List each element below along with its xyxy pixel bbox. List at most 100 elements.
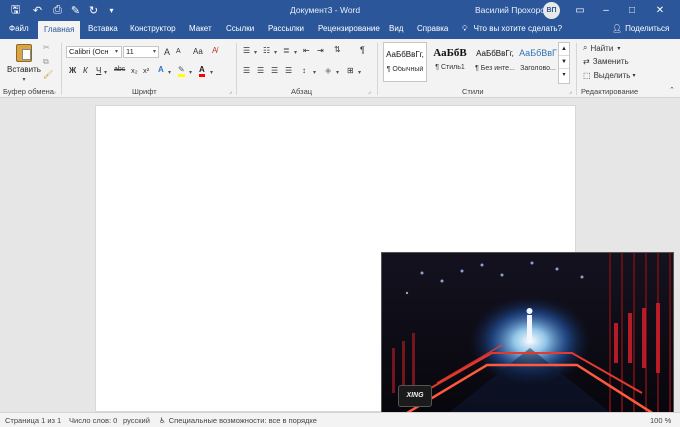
redo-icon[interactable]: ↻ — [86, 3, 101, 18]
font-name-combo[interactable]: Calibri (Осн — [66, 46, 122, 58]
style-no-spacing[interactable]: АаБбВвГг, ¶ Без инте... — [473, 42, 517, 82]
chevron-down-icon[interactable]: ▾ — [294, 49, 297, 56]
replace-button[interactable]: ⇄ Заменить — [583, 57, 629, 66]
line-spacing-icon[interactable]: ↕ — [302, 66, 306, 75]
multilevel-list-icon[interactable]: ≣ — [283, 46, 290, 55]
bullets-icon[interactable]: ☰ — [243, 46, 250, 55]
shrink-font-button[interactable]: A — [176, 48, 181, 55]
lightbulb-icon: 💡︎ — [462, 24, 468, 33]
cut-icon[interactable]: ✂ — [43, 43, 50, 52]
save-icon[interactable]: 🖫 — [8, 3, 23, 18]
maximize-icon[interactable]: □ — [624, 3, 640, 18]
align-center-icon[interactable]: ☰ — [257, 66, 264, 75]
chevron-down-icon[interactable]: ▾ — [274, 49, 277, 56]
strikethrough-button[interactable]: abc — [114, 66, 125, 73]
chevron-down-icon[interactable]: ▾ — [313, 69, 316, 76]
tab-view[interactable]: Вид — [389, 24, 403, 33]
title-bar: 🖫 ↶ ⎙ ✎ ↻ ▾ Документ3 - Word Василий Про… — [0, 0, 680, 21]
format-painter-icon[interactable]: 🖌︎ — [43, 70, 53, 79]
clear-formatting-icon[interactable]: A̸ — [212, 46, 217, 55]
style-name: Заголово... — [520, 65, 556, 72]
user-name[interactable]: Василий Прохоров — [475, 5, 550, 15]
tab-help[interactable]: Справка — [417, 24, 448, 33]
tab-design[interactable]: Конструктор — [130, 24, 176, 33]
grow-font-button[interactable]: A — [164, 47, 170, 57]
numbering-icon[interactable]: ☷ — [263, 46, 270, 55]
paragraph-launcher-icon[interactable]: ⌟ — [368, 88, 371, 95]
increase-indent-icon[interactable]: ⇥ — [317, 46, 324, 55]
customize-quick-access-icon[interactable]: ▾ — [104, 3, 119, 18]
chevron-down-icon[interactable]: ▾ — [115, 48, 118, 55]
chevron-down-icon[interactable]: ▾ — [254, 49, 257, 56]
paste-button[interactable]: Вставить ▾ — [6, 42, 42, 84]
style-name: ¶ Без инте... — [475, 65, 515, 72]
format-painter-quick-icon[interactable]: ✎ — [68, 3, 83, 18]
style-name: ¶ Стиль1 — [435, 64, 465, 71]
tab-review[interactable]: Рецензирование — [318, 24, 380, 33]
more-styles-icon[interactable]: ▾ — [559, 69, 569, 82]
style-normal[interactable]: АаБбВвГг, ¶ Обычный — [383, 42, 427, 82]
chevron-down-icon[interactable]: ▾ — [168, 69, 171, 76]
text-effects-icon[interactable]: A — [158, 65, 164, 74]
italic-button[interactable]: К — [83, 66, 88, 75]
clipboard-launcher-icon[interactable]: ⌟ — [53, 88, 56, 95]
chevron-down-icon[interactable]: ▾ — [104, 69, 107, 76]
language[interactable]: русский — [123, 416, 150, 425]
subscript-button[interactable]: x₂ — [131, 66, 138, 75]
style-style1[interactable]: АаБбВ ¶ Стиль1 — [428, 42, 472, 82]
shading-icon[interactable]: ◈ — [325, 66, 331, 75]
accessibility-status[interactable]: ♿︎ Специальные возможности: все в порядке — [159, 416, 317, 425]
replace-icon: ⇄ — [583, 57, 590, 66]
collapse-ribbon-icon[interactable]: ⌃ — [669, 86, 675, 94]
scroll-down-icon[interactable]: ▼ — [559, 56, 569, 69]
avatar[interactable]: ВП — [543, 2, 560, 19]
justify-icon[interactable]: ☰ — [285, 66, 292, 75]
pilcrow-icon[interactable]: ¶ — [360, 45, 365, 55]
tab-references[interactable]: Ссылки — [226, 24, 254, 33]
styles-scroll: ▲ ▼ ▾ — [558, 42, 570, 84]
align-left-icon[interactable]: ☰ — [243, 66, 250, 75]
underline-button[interactable]: Ч — [96, 66, 101, 75]
sort-icon[interactable]: ⇅ — [334, 45, 341, 54]
select-button[interactable]: ⬚ Выделить ▾ — [583, 71, 635, 80]
align-right-icon[interactable]: ☰ — [271, 66, 278, 75]
chevron-down-icon[interactable]: ▾ — [189, 69, 192, 76]
chevron-down-icon[interactable]: ▾ — [358, 69, 361, 76]
word-count[interactable]: Число слов: 0 — [69, 416, 117, 425]
share-button[interactable]: 👤︎ Поделиться — [612, 24, 669, 33]
borders-icon[interactable]: ⊞ — [347, 66, 354, 75]
ribbon-display-icon[interactable]: ▭ — [572, 3, 588, 18]
font-launcher-icon[interactable]: ⌟ — [229, 88, 232, 95]
bold-button[interactable]: Ж — [69, 66, 76, 75]
tab-insert[interactable]: Вставка — [88, 24, 118, 33]
superscript-button[interactable]: x² — [143, 66, 149, 75]
chevron-down-icon[interactable]: ▾ — [336, 69, 339, 76]
change-case-button[interactable]: Аа — [193, 47, 203, 56]
scroll-up-icon[interactable]: ▲ — [559, 43, 569, 56]
tell-me-search[interactable]: 💡︎ Что вы хотите сделать? — [462, 24, 562, 34]
select-label: Выделить — [593, 71, 631, 80]
copy-icon[interactable]: ⧉ — [43, 57, 49, 67]
chevron-down-icon: ▾ — [22, 77, 26, 83]
decrease-indent-icon[interactable]: ⇤ — [303, 46, 310, 55]
tab-file[interactable]: Файл — [9, 24, 29, 33]
editing-group-label: Редактирование — [581, 87, 639, 96]
video-overlay[interactable]: XING — [381, 252, 674, 415]
minimize-icon[interactable]: – — [598, 3, 614, 18]
tab-layout[interactable]: Макет — [189, 24, 212, 33]
chevron-down-icon[interactable]: ▾ — [153, 48, 156, 55]
undo-icon[interactable]: ↶ — [30, 3, 45, 18]
page-count[interactable]: Страница 1 из 1 — [5, 416, 61, 425]
zoom-level[interactable]: 100 % — [650, 416, 671, 425]
chevron-down-icon[interactable]: ▾ — [210, 69, 213, 76]
highlight-icon[interactable]: ✎ — [178, 65, 185, 77]
font-group-label: Шрифт — [132, 87, 157, 96]
styles-launcher-icon[interactable]: ⌟ — [569, 88, 572, 95]
tab-home[interactable]: Главная — [38, 21, 81, 39]
print-preview-icon[interactable]: ⎙ — [50, 3, 65, 18]
find-button[interactable]: ⌕ Найти ▾ — [583, 43, 620, 53]
font-color-icon[interactable]: A — [199, 65, 205, 77]
tab-mailings[interactable]: Рассылки — [268, 24, 304, 33]
close-icon[interactable]: ✕ — [652, 3, 668, 18]
style-heading[interactable]: АаБбВвГ Заголово... — [516, 42, 560, 82]
